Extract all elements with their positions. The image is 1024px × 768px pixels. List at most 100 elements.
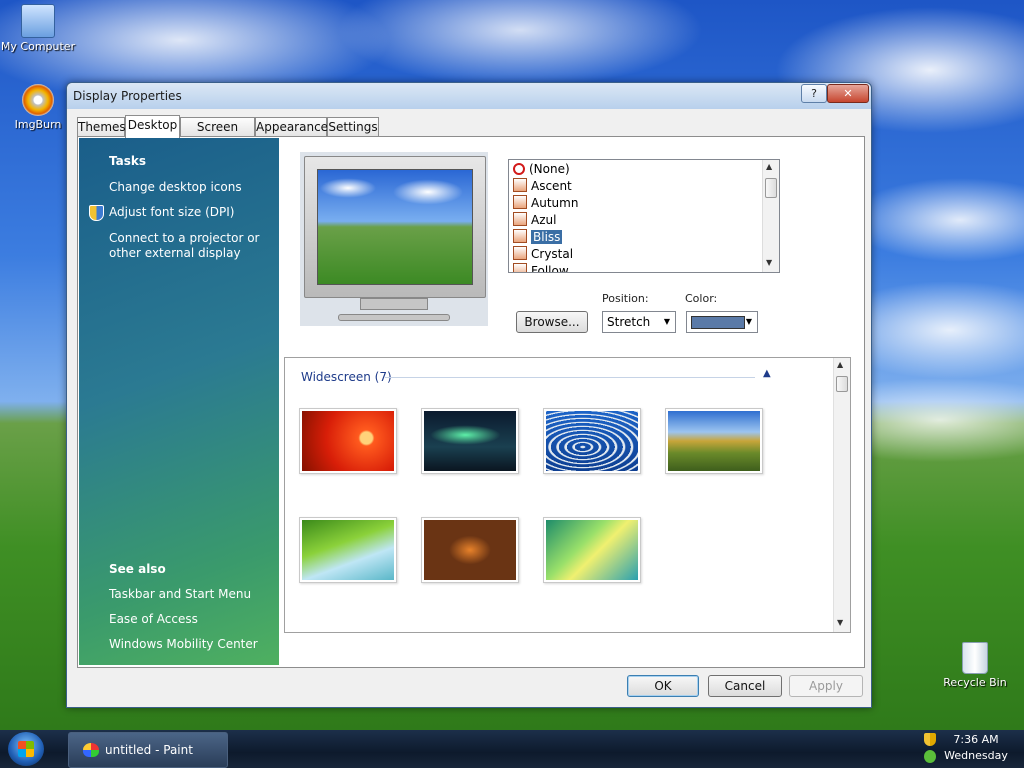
desktop-icon-label: My Computer [0, 40, 76, 53]
adjust-font-size-link[interactable]: Adjust font size (DPI) [109, 205, 277, 220]
scroll-up-icon[interactable]: ▲ [766, 162, 772, 171]
change-desktop-icons-link[interactable]: Change desktop icons [109, 180, 277, 195]
image-file-icon [513, 229, 527, 243]
help-button[interactable]: ? [801, 84, 827, 103]
monitor-base [338, 314, 450, 321]
desktop-icon-label: Recycle Bin [943, 676, 1007, 689]
list-scrollbar[interactable]: ▲ ▼ [762, 160, 779, 272]
connect-projector-link[interactable]: Connect to a projector or other external… [109, 231, 277, 261]
wallpaper-gallery: Widescreen (7) ▲ ▲ ▼ [284, 357, 851, 633]
disc-icon [22, 84, 54, 116]
desktop-icon-my-computer[interactable]: My Computer [0, 4, 76, 53]
position-value: Stretch [607, 315, 651, 329]
thumbnail-image [668, 411, 760, 471]
clock[interactable]: 7:36 AM Wednesday [936, 732, 1016, 764]
wallpaper-thumb-red-flower[interactable] [299, 408, 397, 474]
wallpaper-thumb-rock[interactable] [421, 517, 519, 583]
image-file-icon [513, 178, 527, 192]
tab-screen-saver[interactable]: Screen Saver [180, 117, 255, 153]
thumbnail-image [302, 411, 394, 471]
network-icon[interactable] [924, 750, 936, 763]
wallpaper-thumb-green-aurora[interactable] [543, 517, 641, 583]
ok-button[interactable]: OK [627, 675, 699, 697]
wallpaper-thumb-aurora[interactable] [421, 408, 519, 474]
desktop-icon-imgburn[interactable]: ImgBurn [0, 84, 76, 131]
taskbar-button-paint[interactable]: untitled - Paint [68, 732, 228, 768]
taskbar-start-menu-link[interactable]: Taskbar and Start Menu [109, 587, 277, 602]
wallpaper-thumb-landscape[interactable] [665, 408, 763, 474]
title-bar[interactable]: Display Properties ? ✕ [67, 83, 871, 109]
scroll-up-icon[interactable]: ▲ [837, 360, 843, 369]
thumbnail-image [302, 520, 394, 580]
desktop-tab-panel: Tasks Change desktop icons Adjust font s… [77, 136, 865, 668]
list-item[interactable]: Follow [513, 263, 761, 273]
desktop-icon-label: ImgBurn [14, 118, 62, 131]
tasks-heading: Tasks [109, 154, 147, 168]
image-file-icon [513, 195, 527, 209]
list-item-selected[interactable]: Bliss [513, 229, 761, 246]
scroll-down-icon[interactable]: ▼ [837, 618, 843, 627]
see-also-heading: See also [109, 562, 166, 576]
monitor-stand [360, 298, 428, 310]
clock-time: 7:36 AM [953, 733, 999, 746]
tab-themes[interactable]: Themes [77, 117, 126, 137]
close-button[interactable]: ✕ [827, 84, 869, 103]
list-item[interactable]: Autumn [513, 195, 761, 212]
thumbnail-image [424, 520, 516, 580]
list-item-label: Bliss [531, 230, 563, 244]
scroll-thumb[interactable] [765, 178, 777, 198]
color-label: Color: [685, 292, 718, 305]
wallpaper-thumb-fish[interactable] [543, 408, 641, 474]
shield-icon [89, 205, 104, 221]
scroll-down-icon[interactable]: ▼ [766, 258, 772, 267]
task-pane: Tasks Change desktop icons Adjust font s… [79, 138, 279, 665]
desktop-icon-recycle-bin[interactable]: Recycle Bin [937, 642, 1013, 689]
mobility-center-link[interactable]: Windows Mobility Center [109, 637, 277, 652]
gallery-scrollbar[interactable]: ▲ ▼ [833, 358, 850, 632]
color-picker[interactable]: ▼ [686, 311, 758, 333]
monitor-frame [304, 156, 486, 298]
gallery-group-heading: Widescreen (7) [301, 370, 392, 384]
thumbnail-image [546, 411, 638, 471]
group-divider [385, 377, 755, 378]
position-select[interactable]: Stretch ▼ [602, 311, 676, 333]
tab-desktop[interactable]: Desktop [125, 115, 180, 138]
windows-logo-icon [18, 741, 34, 757]
thumbnail-image [546, 520, 638, 580]
clock-day: Wednesday [944, 749, 1008, 762]
list-item[interactable]: (None) [513, 161, 761, 178]
paint-palette-icon [83, 743, 99, 757]
wallpaper-preview [317, 169, 473, 285]
window-title: Display Properties [73, 89, 182, 103]
browse-button[interactable]: Browse... [516, 311, 588, 333]
scroll-thumb[interactable] [836, 376, 848, 392]
ease-of-access-link[interactable]: Ease of Access [109, 612, 277, 627]
color-swatch [691, 316, 745, 329]
image-file-icon [513, 246, 527, 260]
list-item-label: Autumn [531, 196, 579, 210]
cancel-button[interactable]: Cancel [708, 675, 782, 697]
image-file-icon [513, 212, 527, 226]
start-button[interactable] [8, 732, 44, 766]
list-item[interactable]: Crystal [513, 246, 761, 263]
recycle-bin-icon [962, 642, 988, 674]
taskbar: untitled - Paint 7:36 AM Wednesday [0, 730, 1024, 768]
wallpaper-thumb-palm-leaf[interactable] [299, 517, 397, 583]
thumbnail-image [424, 411, 516, 471]
collapse-icon[interactable]: ▲ [763, 368, 771, 379]
none-icon [513, 163, 525, 175]
tab-appearance[interactable]: Appearance [255, 117, 328, 137]
list-item-label: Follow [531, 264, 569, 273]
list-item-label: (None) [529, 162, 570, 176]
apply-button[interactable]: Apply [789, 675, 863, 697]
security-shield-icon[interactable] [924, 733, 936, 746]
position-label: Position: [602, 292, 649, 305]
list-item[interactable]: Ascent [513, 178, 761, 195]
chevron-down-icon: ▼ [663, 317, 671, 326]
tab-settings[interactable]: Settings [327, 117, 379, 137]
background-listbox[interactable]: (None) Ascent Autumn Azul Bliss Crystal … [508, 159, 780, 273]
computer-icon [21, 4, 55, 38]
list-item[interactable]: Azul [513, 212, 761, 229]
monitor-preview [300, 152, 488, 326]
display-properties-window: Display Properties ? ✕ Themes Desktop Sc… [66, 82, 872, 708]
